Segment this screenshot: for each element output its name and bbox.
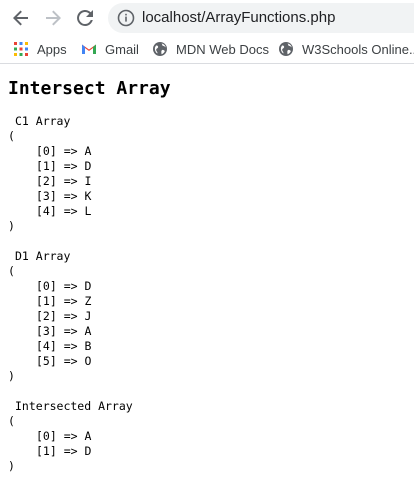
page-content: Intersect Array C1 Array ( [0] => A [1] … (8, 64, 408, 474)
bookmark-w3schools[interactable]: W3Schools Online... (278, 40, 414, 58)
array-item: [4] => B (36, 339, 92, 353)
page-title: Intersect Array (8, 78, 171, 99)
array-item: [0] => A (36, 144, 92, 158)
array-open-paren: ( (8, 129, 15, 143)
array-open-paren: ( (8, 264, 15, 278)
arrow-left-icon (13, 10, 28, 26)
reload-button[interactable] (73, 6, 97, 30)
array-item: [3] => K (36, 189, 92, 203)
array-close-paren: ) (8, 219, 15, 233)
reload-icon (77, 9, 93, 26)
back-button[interactable] (9, 6, 33, 30)
bookmark-gmail[interactable]: Gmail (81, 40, 139, 58)
array-item: [0] => A (36, 429, 92, 443)
info-icon[interactable] (117, 9, 135, 27)
array-item: [4] => L (36, 204, 92, 218)
array-label: D1 Array (15, 249, 71, 263)
bookmark-label: Apps (37, 41, 67, 57)
address-bar[interactable]: localhost/ArrayFunctions.php (108, 3, 414, 33)
array-item: [3] => A (36, 324, 92, 338)
browser-toolbar: localhost/ArrayFunctions.php (0, 0, 414, 36)
bookmark-apps[interactable]: Apps (13, 40, 67, 58)
bookmark-label: W3Schools Online... (302, 41, 414, 57)
bookmark-mdn[interactable]: MDN Web Docs (152, 40, 269, 58)
bookmark-label: Gmail (105, 41, 139, 57)
array-item: [0] => D (36, 279, 92, 293)
array-item: [2] => I (36, 174, 92, 188)
array-open-paren: ( (8, 414, 15, 428)
array-item: [1] => D (36, 444, 92, 458)
array-label: C1 Array (15, 114, 71, 128)
array-item: [2] => J (36, 309, 92, 323)
arrow-right-icon (46, 10, 61, 26)
array-item: [5] => O (36, 354, 92, 368)
globe-icon (153, 42, 167, 56)
array-item: [1] => D (36, 159, 92, 173)
bookmarks-bar: Apps Gmail MDN Web Docs W3Schools Online… (0, 36, 414, 64)
array-item: [1] => Z (36, 294, 92, 308)
array-output: C1 Array ( [0] => A [1] => D [2] => I [3… (8, 114, 408, 474)
apps-grid-icon (14, 42, 28, 56)
array-label: Intersected Array (15, 399, 133, 413)
globe-icon (279, 42, 293, 56)
forward-button[interactable] (41, 6, 65, 30)
url-text[interactable]: localhost/ArrayFunctions.php (142, 9, 335, 27)
bookmark-label: MDN Web Docs (176, 41, 269, 57)
array-close-paren: ) (8, 369, 15, 383)
array-close-paren: ) (8, 459, 15, 473)
gmail-icon (82, 44, 96, 54)
